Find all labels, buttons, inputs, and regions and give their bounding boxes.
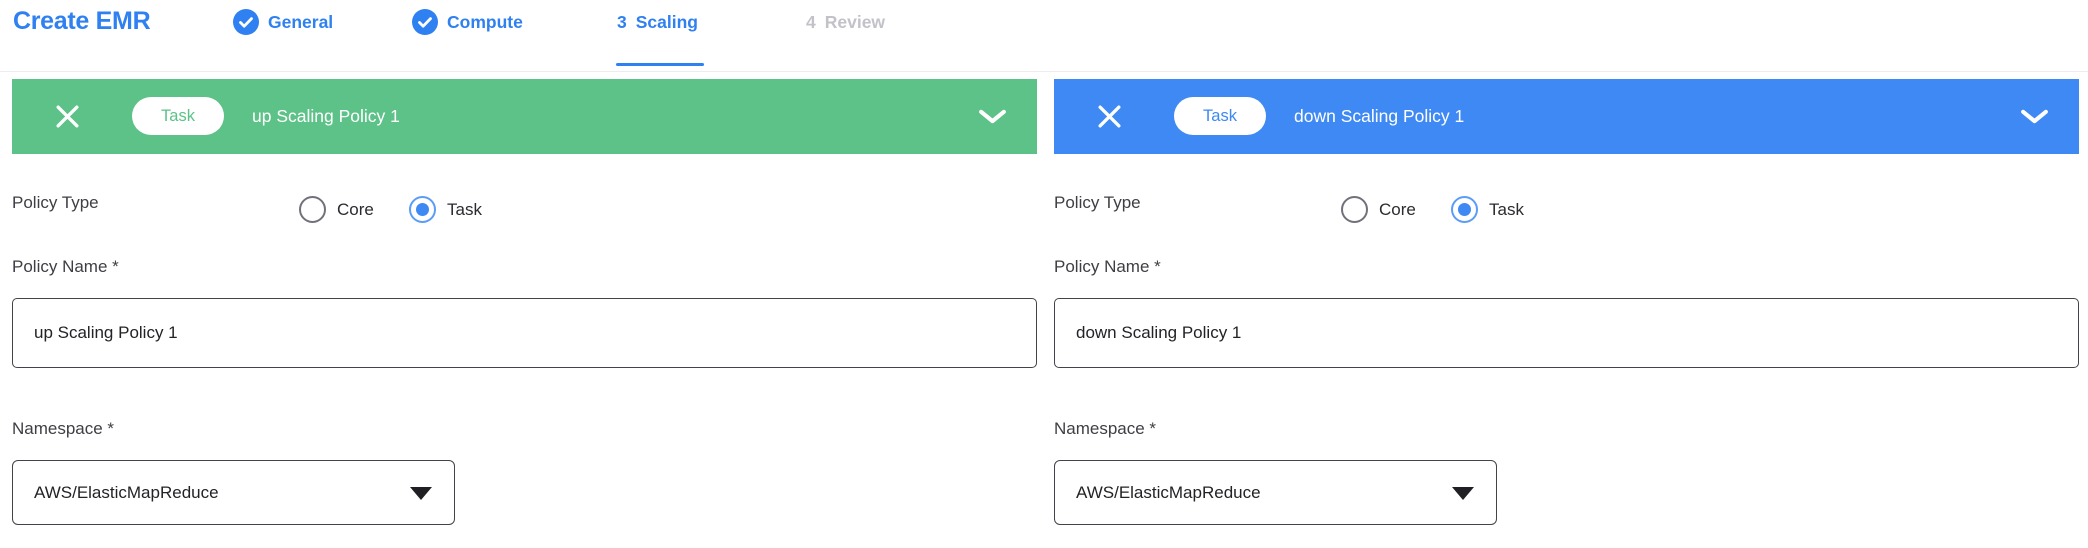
wizard-header: Create EMR General Compute 3 Scaling 4 R…	[0, 0, 2088, 72]
page-title: Create EMR	[13, 7, 150, 36]
radio-option-task[interactable]: Task	[409, 196, 482, 223]
radio-task-label: Task	[1489, 200, 1524, 220]
radio-unselected-icon[interactable]	[299, 196, 326, 223]
step-compute-label: Compute	[447, 9, 523, 35]
check-circle-icon	[412, 9, 438, 35]
step-review[interactable]: 4 Review	[806, 9, 885, 35]
namespace-label: Namespace *	[1054, 419, 1156, 439]
panel-title: down Scaling Policy 1	[1294, 79, 1464, 154]
scale-up-policy-panel: Task up Scaling Policy 1 Policy Type Cor…	[12, 79, 1037, 534]
step-scaling[interactable]: 3 Scaling	[617, 9, 698, 35]
scale-down-panel-header[interactable]: Task down Scaling Policy 1	[1054, 79, 2079, 154]
radio-unselected-icon[interactable]	[1341, 196, 1368, 223]
scale-down-policy-panel: Task down Scaling Policy 1 Policy Type C…	[1054, 79, 2079, 534]
check-circle-icon	[233, 9, 259, 35]
close-icon[interactable]	[54, 103, 81, 130]
step-general[interactable]: General	[233, 9, 333, 35]
step-general-label: General	[268, 9, 333, 35]
radio-selected-icon[interactable]	[409, 196, 436, 223]
policy-type-label: Policy Type	[12, 193, 99, 213]
step-review-number: 4	[806, 9, 816, 35]
step-scaling-number: 3	[617, 9, 627, 35]
radio-option-core[interactable]: Core	[1341, 196, 1416, 223]
policy-name-label: Policy Name *	[12, 257, 119, 277]
radio-option-task[interactable]: Task	[1451, 196, 1524, 223]
policy-kind-badge: Task	[132, 97, 224, 135]
close-icon[interactable]	[1096, 103, 1123, 130]
radio-option-core[interactable]: Core	[299, 196, 374, 223]
active-step-underline	[616, 63, 704, 66]
policy-name-label: Policy Name *	[1054, 257, 1161, 277]
chevron-down-icon[interactable]	[2020, 108, 2049, 126]
namespace-selected-value: AWS/ElasticMapReduce	[1076, 483, 1261, 503]
policy-name-input[interactable]	[12, 298, 1037, 368]
namespace-selected-value: AWS/ElasticMapReduce	[34, 483, 219, 503]
step-review-label: Review	[825, 9, 885, 35]
radio-task-label: Task	[447, 200, 482, 220]
header-divider	[0, 71, 2088, 72]
chevron-down-icon[interactable]	[978, 108, 1007, 126]
dropdown-caret-icon	[1452, 487, 1474, 500]
panel-title: up Scaling Policy 1	[252, 79, 400, 154]
policy-type-label: Policy Type	[1054, 193, 1141, 213]
dropdown-caret-icon	[410, 487, 432, 500]
step-scaling-label: Scaling	[636, 9, 698, 35]
scale-up-panel-header[interactable]: Task up Scaling Policy 1	[12, 79, 1037, 154]
policy-name-input[interactable]	[1054, 298, 2079, 368]
radio-selected-icon[interactable]	[1451, 196, 1478, 223]
radio-core-label: Core	[1379, 200, 1416, 220]
step-compute[interactable]: Compute	[412, 9, 523, 35]
namespace-select[interactable]: AWS/ElasticMapReduce	[1054, 460, 1497, 525]
policy-kind-badge: Task	[1174, 97, 1266, 135]
namespace-select[interactable]: AWS/ElasticMapReduce	[12, 460, 455, 525]
radio-core-label: Core	[337, 200, 374, 220]
namespace-label: Namespace *	[12, 419, 114, 439]
